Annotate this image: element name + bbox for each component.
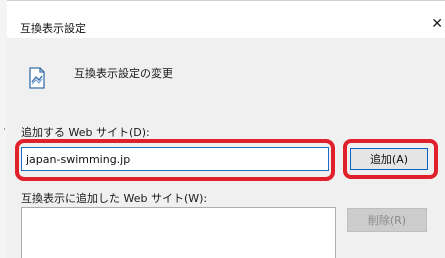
add-button[interactable]: 追加(A) (350, 148, 428, 170)
edge-mark: · (3, 125, 6, 135)
remove-button[interactable]: 削除(R) (347, 208, 427, 232)
site-list-label: 互換表示に追加した Web サイト(W): (21, 192, 208, 205)
close-icon[interactable]: ✕ (431, 17, 443, 31)
background-window-edge: · (0, 0, 7, 258)
title-bar: 互換表示設定 ✕ (7, 0, 445, 39)
dialog-heading: 互換表示設定の変更 (74, 67, 173, 80)
window-title: 互換表示設定 (20, 22, 86, 35)
compat-view-icon (29, 67, 45, 89)
add-site-label: 追加する Web サイト(D): (21, 126, 150, 139)
compat-site-list[interactable] (21, 207, 336, 258)
add-site-input[interactable] (21, 147, 329, 171)
